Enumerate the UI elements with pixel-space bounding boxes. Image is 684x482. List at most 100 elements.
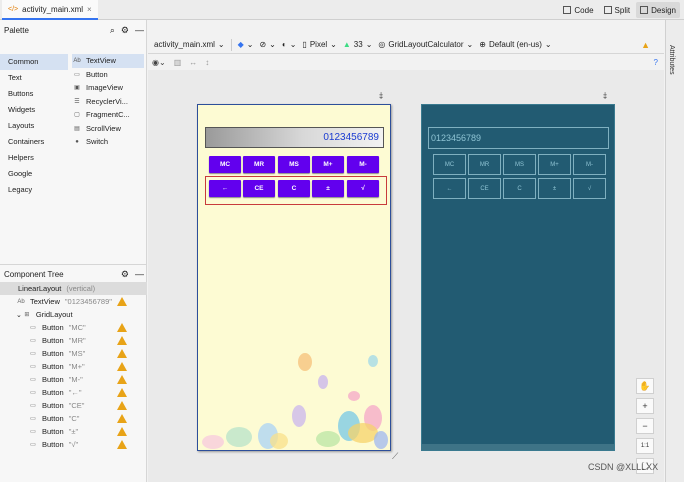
component-tree-list: LinearLayout (vertical) Ab TextView "0123456… [0,282,147,451]
chevron-down-icon: ⌄ [217,40,225,49]
warning-icon[interactable] [117,427,127,436]
tree-row[interactable]: ▭ Button "M-" [0,373,147,386]
tree-row[interactable]: ⌄ ⊞ GridLayout [0,308,147,321]
theme-dropdown[interactable]: ◎ GridLayoutCalculator ⌄ [378,40,473,49]
calc-button[interactable]: MC [209,156,241,173]
warning-icon[interactable] [117,414,127,423]
palette-widget[interactable]: ▢ FragmentC... [72,108,144,122]
palette-widget[interactable]: Ab TextView [72,54,144,68]
eye-icon[interactable]: ◉⌄ [152,58,166,67]
warning-icon[interactable] [117,336,127,345]
attributes-sidebar[interactable] [665,20,684,482]
file-dropdown-label: activity_main.xml [154,40,215,49]
blueprint-display[interactable]: 0123456789 [428,127,609,149]
calculator-display[interactable]: 0123456789 [205,127,384,148]
warning-icon[interactable] [117,375,127,384]
palette-category-helpers[interactable]: Helpers [0,150,68,166]
palette-category-text[interactable]: Text [0,70,68,86]
file-dropdown[interactable]: activity_main.xml ⌄ [154,40,225,49]
calc-button[interactable]: M- [347,156,379,173]
blueprint-button[interactable]: ± [538,178,571,199]
palette-category-google[interactable]: Google [0,166,68,182]
design-view-button[interactable]: Design [636,2,680,18]
palette-widget[interactable]: ☰ RecyclerVi... [72,95,144,109]
warning-icon[interactable] [117,362,127,371]
blueprint-toggle-icon[interactable]: ▥ [174,58,182,67]
tree-row[interactable]: ▭ Button "M+" [0,360,147,373]
pin-icon[interactable]: ⤈ [603,90,607,101]
palette-widget[interactable]: ▣ ImageView [72,81,144,95]
close-tab-icon[interactable]: × [87,5,92,14]
resize-handle-icon[interactable]: ⟋ [392,451,398,462]
tree-row[interactable]: ▭ Button "√" [0,438,147,451]
minimize-icon[interactable]: — [135,269,144,279]
palette-widget[interactable]: ▭ Button [72,68,144,82]
palette-widget[interactable]: ● Switch [72,135,144,149]
file-tab[interactable]: </> activity_main.xml × [2,0,98,20]
design-preview[interactable]: 0123456789 MC MR MS M+ M- ← CE C ± √ [197,104,391,451]
palette-category-buttons[interactable]: Buttons [0,86,68,102]
layers-button[interactable]: ◆ ⌄ [238,40,254,49]
blueprint-button[interactable]: MS [503,154,536,175]
minimize-icon[interactable]: — [135,25,144,36]
search-icon[interactable]: ⌕ [110,25,115,36]
tree-row[interactable]: Ab TextView "0123456789" [0,295,147,308]
calc-button[interactable]: √ [347,180,379,197]
calc-button[interactable]: MR [243,156,275,173]
night-mode-button[interactable]: ◐ ⌄ [282,40,297,49]
palette-category-widgets[interactable]: Widgets [0,102,68,118]
pan-hand-button[interactable]: ✋ [636,378,654,394]
code-view-button[interactable]: Code [559,2,597,18]
calc-button[interactable]: ← [209,180,241,197]
pin-icon[interactable]: ⤈ [379,90,383,101]
palette-category-containers[interactable]: Containers [0,134,68,150]
tree-row[interactable]: ▭ Button "←" [0,386,147,399]
blueprint-button[interactable]: CE [468,178,501,199]
blueprint-button[interactable]: √ [573,178,606,199]
warning-icon[interactable] [117,323,127,332]
palette-category-common[interactable]: Common [0,54,68,70]
orientation-button[interactable]: ⊘ ⌄ [259,40,275,49]
gear-icon[interactable]: ⚙ [121,269,129,280]
tree-row[interactable]: ▭ Button "±" [0,425,147,438]
warning-icon[interactable] [117,440,127,449]
calc-button[interactable]: C [278,180,310,197]
blueprint-button[interactable]: M+ [538,154,571,175]
warning-icon[interactable] [117,297,127,306]
zoom-in-button[interactable]: + [636,398,654,414]
warning-icon[interactable] [117,388,127,397]
zoom-actual-button[interactable]: 1:1 [636,438,654,454]
attributes-label[interactable]: Attributes [668,45,675,75]
blueprint-button[interactable]: MR [468,154,501,175]
locale-dropdown[interactable]: ⊕ Default (en-us) ⌄ [479,40,551,49]
tree-row[interactable]: ▭ Button "MS" [0,347,147,360]
palette-widget[interactable]: ▤ ScrollView [72,122,144,136]
height-arrows-icon[interactable]: ↕ [205,58,209,67]
blueprint-button[interactable]: MC [433,154,466,175]
gear-icon[interactable]: ⚙ [121,25,129,36]
tree-row[interactable]: ▭ Button "MC" [0,321,147,334]
calc-button[interactable]: CE [243,180,275,197]
api-dropdown[interactable]: ▲ 33 ⌄ [343,40,373,49]
blueprint-preview[interactable]: 0123456789 MC MR MS M+ M- ← CE C ± √ [421,104,615,451]
device-dropdown[interactable]: ▯ Pixel ⌄ [302,40,336,49]
palette-category-layouts[interactable]: Layouts [0,118,68,134]
tree-row[interactable]: ▭ Button "MR" [0,334,147,347]
warning-icon[interactable] [117,401,127,410]
split-view-button[interactable]: Split [600,2,635,18]
help-icon[interactable]: ? [654,58,658,67]
tree-row[interactable]: ▭ Button "C" [0,412,147,425]
blueprint-button[interactable]: ← [433,178,466,199]
width-arrows-icon[interactable]: ↔ [189,58,197,67]
palette-category-legacy[interactable]: Legacy [0,182,68,198]
tree-row[interactable]: LinearLayout (vertical) [0,282,147,295]
warning-icon[interactable] [117,349,127,358]
blueprint-button[interactable]: C [503,178,536,199]
calc-button[interactable]: MS [278,156,310,173]
warning-icon[interactable]: ▲ [641,40,650,50]
tree-row[interactable]: ▭ Button "CE" [0,399,147,412]
calc-button[interactable]: ± [312,180,344,197]
blueprint-button[interactable]: M- [573,154,606,175]
zoom-out-button[interactable]: − [636,418,654,434]
calc-button[interactable]: M+ [312,156,344,173]
